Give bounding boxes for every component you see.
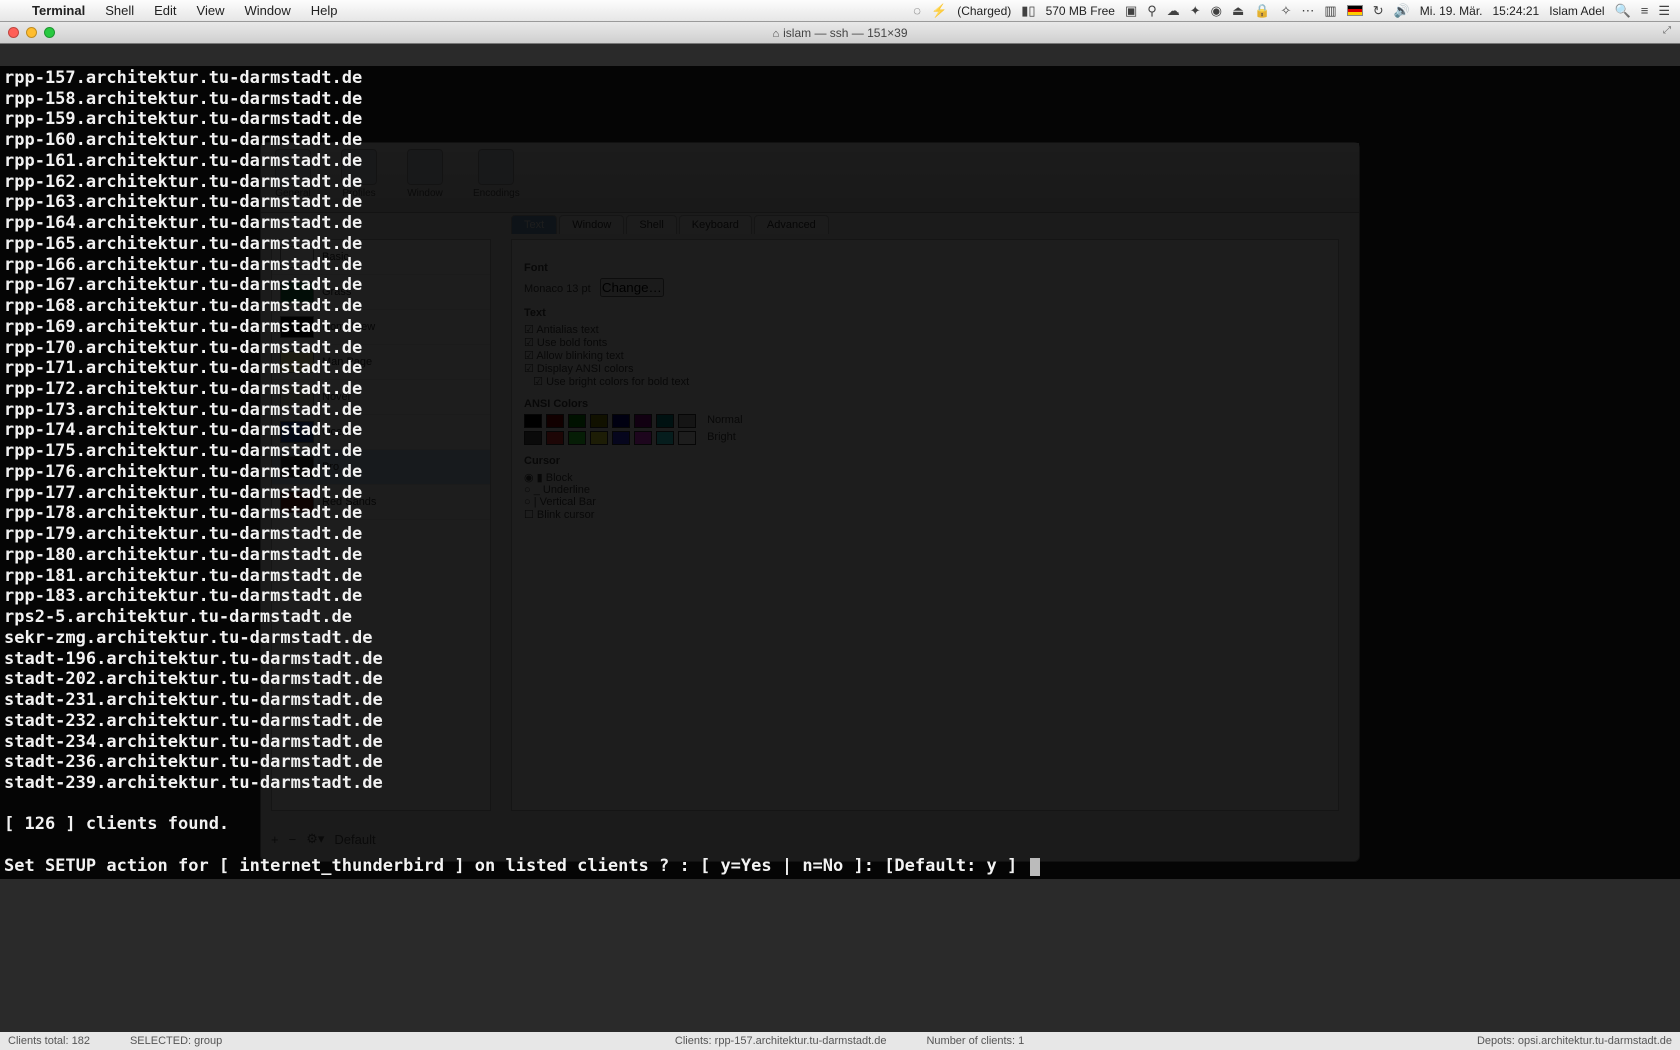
menu-edit[interactable]: Edit (144, 3, 186, 18)
cloud-icon[interactable]: ☁ (1167, 3, 1180, 19)
wifi-icon[interactable]: ✧ (1281, 3, 1292, 19)
timemachine-icon[interactable]: ↻ (1373, 3, 1384, 19)
window-titlebar[interactable]: ⌂islam — ssh — 151×39 ⤢ (0, 22, 1680, 44)
hidden-status-strip: Clients total: 182 SELECTED: group Clien… (0, 1032, 1680, 1050)
spotlight-icon[interactable]: 🔍 (1615, 3, 1631, 19)
selected-group: SELECTED: group (130, 1035, 222, 1047)
cursor-block-icon (1030, 858, 1040, 876)
lock-icon[interactable]: 🔒 (1254, 3, 1270, 19)
eject-icon[interactable]: ⏏ (1232, 3, 1244, 19)
battery-icon[interactable]: ▮▯ (1021, 3, 1035, 19)
evernote-icon[interactable]: ✦ (1190, 3, 1201, 19)
battery-status[interactable]: (Charged) (957, 4, 1011, 18)
menubar-user[interactable]: Islam Adel (1549, 4, 1604, 18)
terminal-count-line: [ 126 ] clients found. (4, 814, 229, 834)
app-icon[interactable]: ◉ (1211, 3, 1222, 19)
camera-icon[interactable]: ▣ (1125, 3, 1137, 19)
menu-shell[interactable]: Shell (95, 3, 144, 18)
charging-icon[interactable]: ⚡ (931, 3, 947, 19)
current-client: Clients: rpp-157.architektur.tu-darmstad… (675, 1035, 887, 1047)
sync-icon[interactable]: ◌ (913, 3, 921, 18)
fullscreen-icon[interactable]: ⤢ (1663, 25, 1677, 39)
clients-total: Clients total: 182 (8, 1035, 90, 1047)
menu-view[interactable]: View (187, 3, 235, 18)
terminal-prompt[interactable]: Set SETUP action for [ internet_thunderb… (4, 856, 1028, 876)
menu-extra-icon[interactable]: ☰ (1658, 3, 1670, 19)
macos-menubar: Terminal Shell Edit View Window Help ◌ ⚡… (0, 0, 1680, 22)
terminal-window: General Profiles Window Encodings Text W… (0, 22, 1680, 1050)
volume-icon[interactable]: 🔊 (1394, 3, 1410, 19)
dots-icon[interactable]: ⋯ (1301, 3, 1314, 19)
menubar-date[interactable]: Mi. 19. Mär. (1420, 4, 1483, 18)
menu-help[interactable]: Help (301, 3, 348, 18)
close-button[interactable] (8, 27, 19, 38)
app-name[interactable]: Terminal (22, 3, 95, 18)
battery2-icon[interactable]: ▥ (1324, 3, 1336, 19)
home-icon: ⌂ (772, 28, 779, 40)
mem-free[interactable]: 570 MB Free (1046, 4, 1115, 18)
window-title: ⌂islam — ssh — 151×39 (0, 26, 1680, 40)
depots: Depots: opsi.architektur.tu-darmstadt.de (1477, 1035, 1672, 1047)
terminal-viewport[interactable]: rpp-157.architektur.tu-darmstadt.de rpp-… (0, 66, 1680, 879)
key-icon[interactable]: ⚲ (1147, 3, 1157, 19)
input-flag-de[interactable] (1347, 5, 1363, 16)
minimize-button[interactable] (26, 27, 37, 38)
notification-icon[interactable]: ≡ (1641, 3, 1649, 18)
num-clients: Number of clients: 1 (926, 1035, 1024, 1047)
menu-window[interactable]: Window (235, 3, 301, 18)
menubar-time[interactable]: 15:24:21 (1492, 4, 1539, 18)
zoom-button[interactable] (44, 27, 55, 38)
